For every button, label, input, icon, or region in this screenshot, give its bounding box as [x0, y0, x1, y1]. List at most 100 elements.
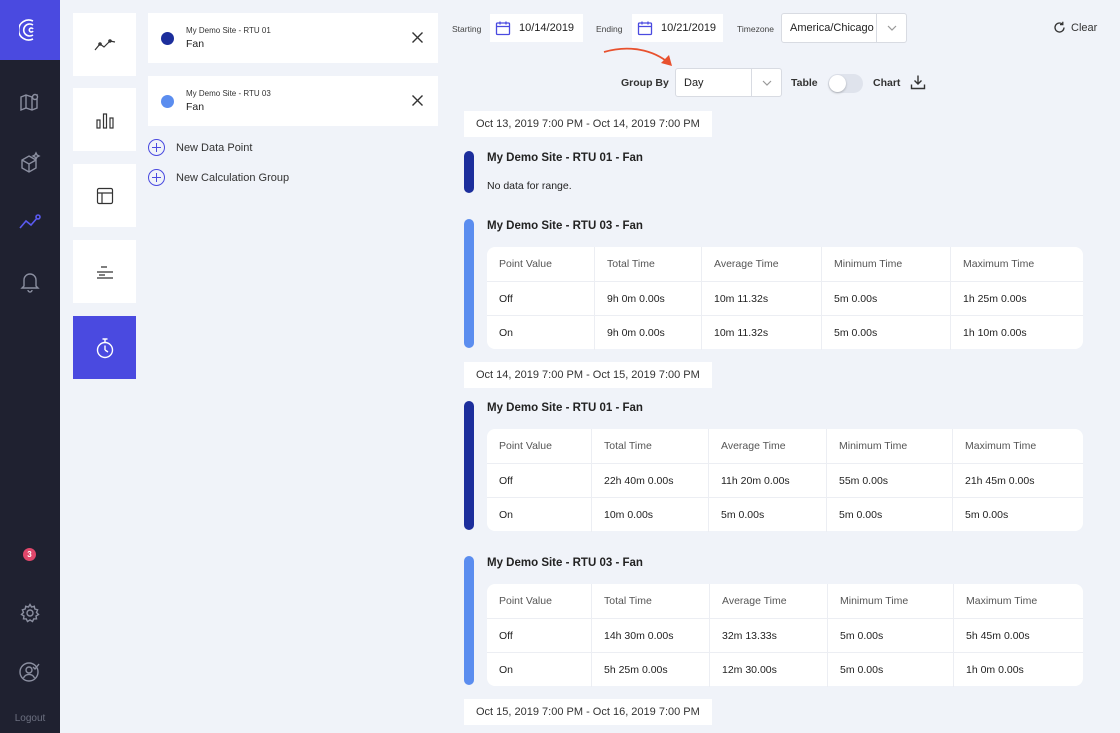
- data-point-name: Fan: [186, 101, 205, 113]
- notification-badge: 3: [23, 548, 36, 561]
- table-cell: 5h 25m 0.00s: [591, 652, 709, 687]
- group-by-label: Group By: [621, 77, 669, 89]
- chevron-down-icon: [876, 14, 906, 42]
- table-cell: 10m 0.00s: [591, 497, 708, 532]
- chart-label: Chart: [873, 77, 901, 89]
- download-icon[interactable]: [910, 74, 926, 90]
- section-title: My Demo Site - RTU 01 - Fan: [487, 152, 643, 164]
- plus-circle-icon: [148, 139, 165, 156]
- no-data-message: No data for range.: [487, 180, 572, 192]
- new-data-point-button[interactable]: New Data Point: [148, 139, 252, 156]
- column-header: Point Value: [499, 595, 552, 607]
- table-cell: 5m 0.00s: [827, 652, 953, 687]
- table-row: On 9h 0m 0.00s 10m 11.32s 5m 0.00s 1h 10…: [487, 315, 1083, 350]
- table-row: On 5h 25m 0.00s 12m 30.00s 5m 0.00s 1h 0…: [487, 652, 1083, 687]
- table-cell: 1h 10m 0.00s: [950, 315, 1083, 350]
- column-header: Total Time: [591, 429, 708, 463]
- table-cell: 1h 0m 0.00s: [953, 652, 1083, 687]
- table-cell: 22h 40m 0.00s: [591, 463, 708, 498]
- layout-tool-button[interactable]: [73, 164, 136, 227]
- table-cell: 1h 25m 0.00s: [950, 281, 1083, 316]
- logout-link[interactable]: Logout: [0, 713, 60, 724]
- table-cell: 9h 0m 0.00s: [594, 281, 701, 316]
- series-color-bar: [464, 556, 474, 685]
- alarm-bell-icon[interactable]: [0, 262, 60, 302]
- results-table: Point Value Total Time Average Time Mini…: [487, 247, 1083, 350]
- stopwatch-icon: [96, 337, 113, 358]
- series-color-dot: [161, 95, 174, 108]
- table-cell: 5m 0.00s: [821, 315, 950, 350]
- table-cell: 12m 30.00s: [709, 652, 827, 687]
- duration-tool-button[interactable]: [73, 316, 136, 379]
- series-color-bar: [464, 151, 474, 193]
- brand-logo-icon[interactable]: [0, 0, 60, 60]
- close-icon[interactable]: [411, 31, 424, 44]
- layout-icon: [96, 187, 113, 204]
- results-table: Point Value Total Time Average Time Mini…: [487, 429, 1083, 532]
- bar-chart-icon: [95, 112, 114, 129]
- table-label: Table: [791, 77, 818, 89]
- section-title: My Demo Site - RTU 03 - Fan: [487, 557, 643, 569]
- close-icon[interactable]: [411, 94, 424, 107]
- table-cell: On: [499, 663, 514, 676]
- date-range-header: Oct 13, 2019 7:00 PM - Oct 14, 2019 7:00…: [464, 111, 712, 137]
- new-calculation-group-button[interactable]: New Calculation Group: [148, 169, 289, 186]
- table-cell: Off: [499, 629, 513, 642]
- column-header: Point Value: [499, 258, 552, 270]
- group-by-select[interactable]: Day: [675, 68, 782, 97]
- column-header: Minimum Time: [827, 584, 953, 618]
- table-header-row: Point Value Total Time Average Time Mini…: [487, 584, 1083, 618]
- table-cell: On: [499, 326, 514, 339]
- trend-icon[interactable]: [0, 202, 60, 242]
- series-color-bar: [464, 219, 474, 348]
- table-row: On 10m 0.00s 5m 0.00s 5m 0.00s 5m 0.00s: [487, 497, 1083, 532]
- settings-gear-icon[interactable]: [0, 593, 60, 633]
- table-cell: 5m 0.00s: [952, 497, 1083, 532]
- clear-label: Clear: [1071, 21, 1098, 34]
- date-range-header: Oct 15, 2019 7:00 PM - Oct 16, 2019 7:00…: [464, 699, 712, 725]
- clear-button[interactable]: Clear: [1053, 21, 1097, 34]
- ending-date-field[interactable]: 10/21/2019: [632, 14, 723, 42]
- column-header: Point Value: [499, 440, 552, 452]
- map-icon[interactable]: [0, 82, 60, 122]
- timezone-value: America/Chicago: [790, 22, 874, 34]
- table-cell: 14h 30m 0.00s: [591, 618, 709, 653]
- timezone-select[interactable]: America/Chicago: [781, 13, 907, 43]
- group-by-value: Day: [684, 76, 704, 89]
- data-point-card[interactable]: My Demo Site - RTU 03 Fan: [148, 76, 438, 126]
- table-cell: 10m 11.32s: [701, 281, 821, 316]
- series-color-dot: [161, 32, 174, 45]
- data-point-card[interactable]: My Demo Site - RTU 01 Fan: [148, 13, 438, 63]
- section-title: My Demo Site - RTU 01 - Fan: [487, 402, 643, 414]
- timeline-icon: [96, 265, 113, 279]
- chevron-down-icon: [751, 69, 781, 96]
- timeline-tool-button[interactable]: [73, 240, 136, 303]
- left-nav: 3 Logout: [0, 0, 60, 733]
- results-table: Point Value Total Time Average Time Mini…: [487, 584, 1083, 687]
- data-point-name: Fan: [186, 38, 205, 50]
- table-row: Off 22h 40m 0.00s 11h 20m 0.00s 55m 0.00…: [487, 463, 1083, 498]
- ending-label: Ending: [596, 24, 623, 34]
- ending-date-value: 10/21/2019: [661, 22, 717, 34]
- column-header: Maximum Time: [953, 584, 1083, 618]
- table-cell: 5m 0.00s: [826, 497, 952, 532]
- starting-label: Starting: [452, 24, 482, 34]
- column-header: Total Time: [591, 584, 709, 618]
- calendar-icon: [495, 21, 511, 36]
- calendar-icon: [637, 21, 653, 36]
- table-cell: 5m 0.00s: [827, 618, 953, 653]
- refresh-icon: [1054, 21, 1065, 33]
- cube-sparkle-icon[interactable]: [0, 142, 60, 182]
- column-header: Minimum Time: [821, 247, 950, 281]
- trend-tool-button[interactable]: [73, 13, 136, 76]
- user-check-icon[interactable]: [0, 652, 60, 692]
- bar-chart-tool-button[interactable]: [73, 88, 136, 151]
- section-title: My Demo Site - RTU 03 - Fan: [487, 220, 643, 232]
- table-cell: 32m 13.33s: [709, 618, 827, 653]
- column-header: Average Time: [701, 247, 821, 281]
- table-cell: 9h 0m 0.00s: [594, 315, 701, 350]
- table-cell: 10m 11.32s: [701, 315, 821, 350]
- toggle-knob: [829, 75, 846, 92]
- starting-date-field[interactable]: 10/14/2019: [490, 14, 583, 42]
- table-chart-toggle[interactable]: [828, 74, 863, 93]
